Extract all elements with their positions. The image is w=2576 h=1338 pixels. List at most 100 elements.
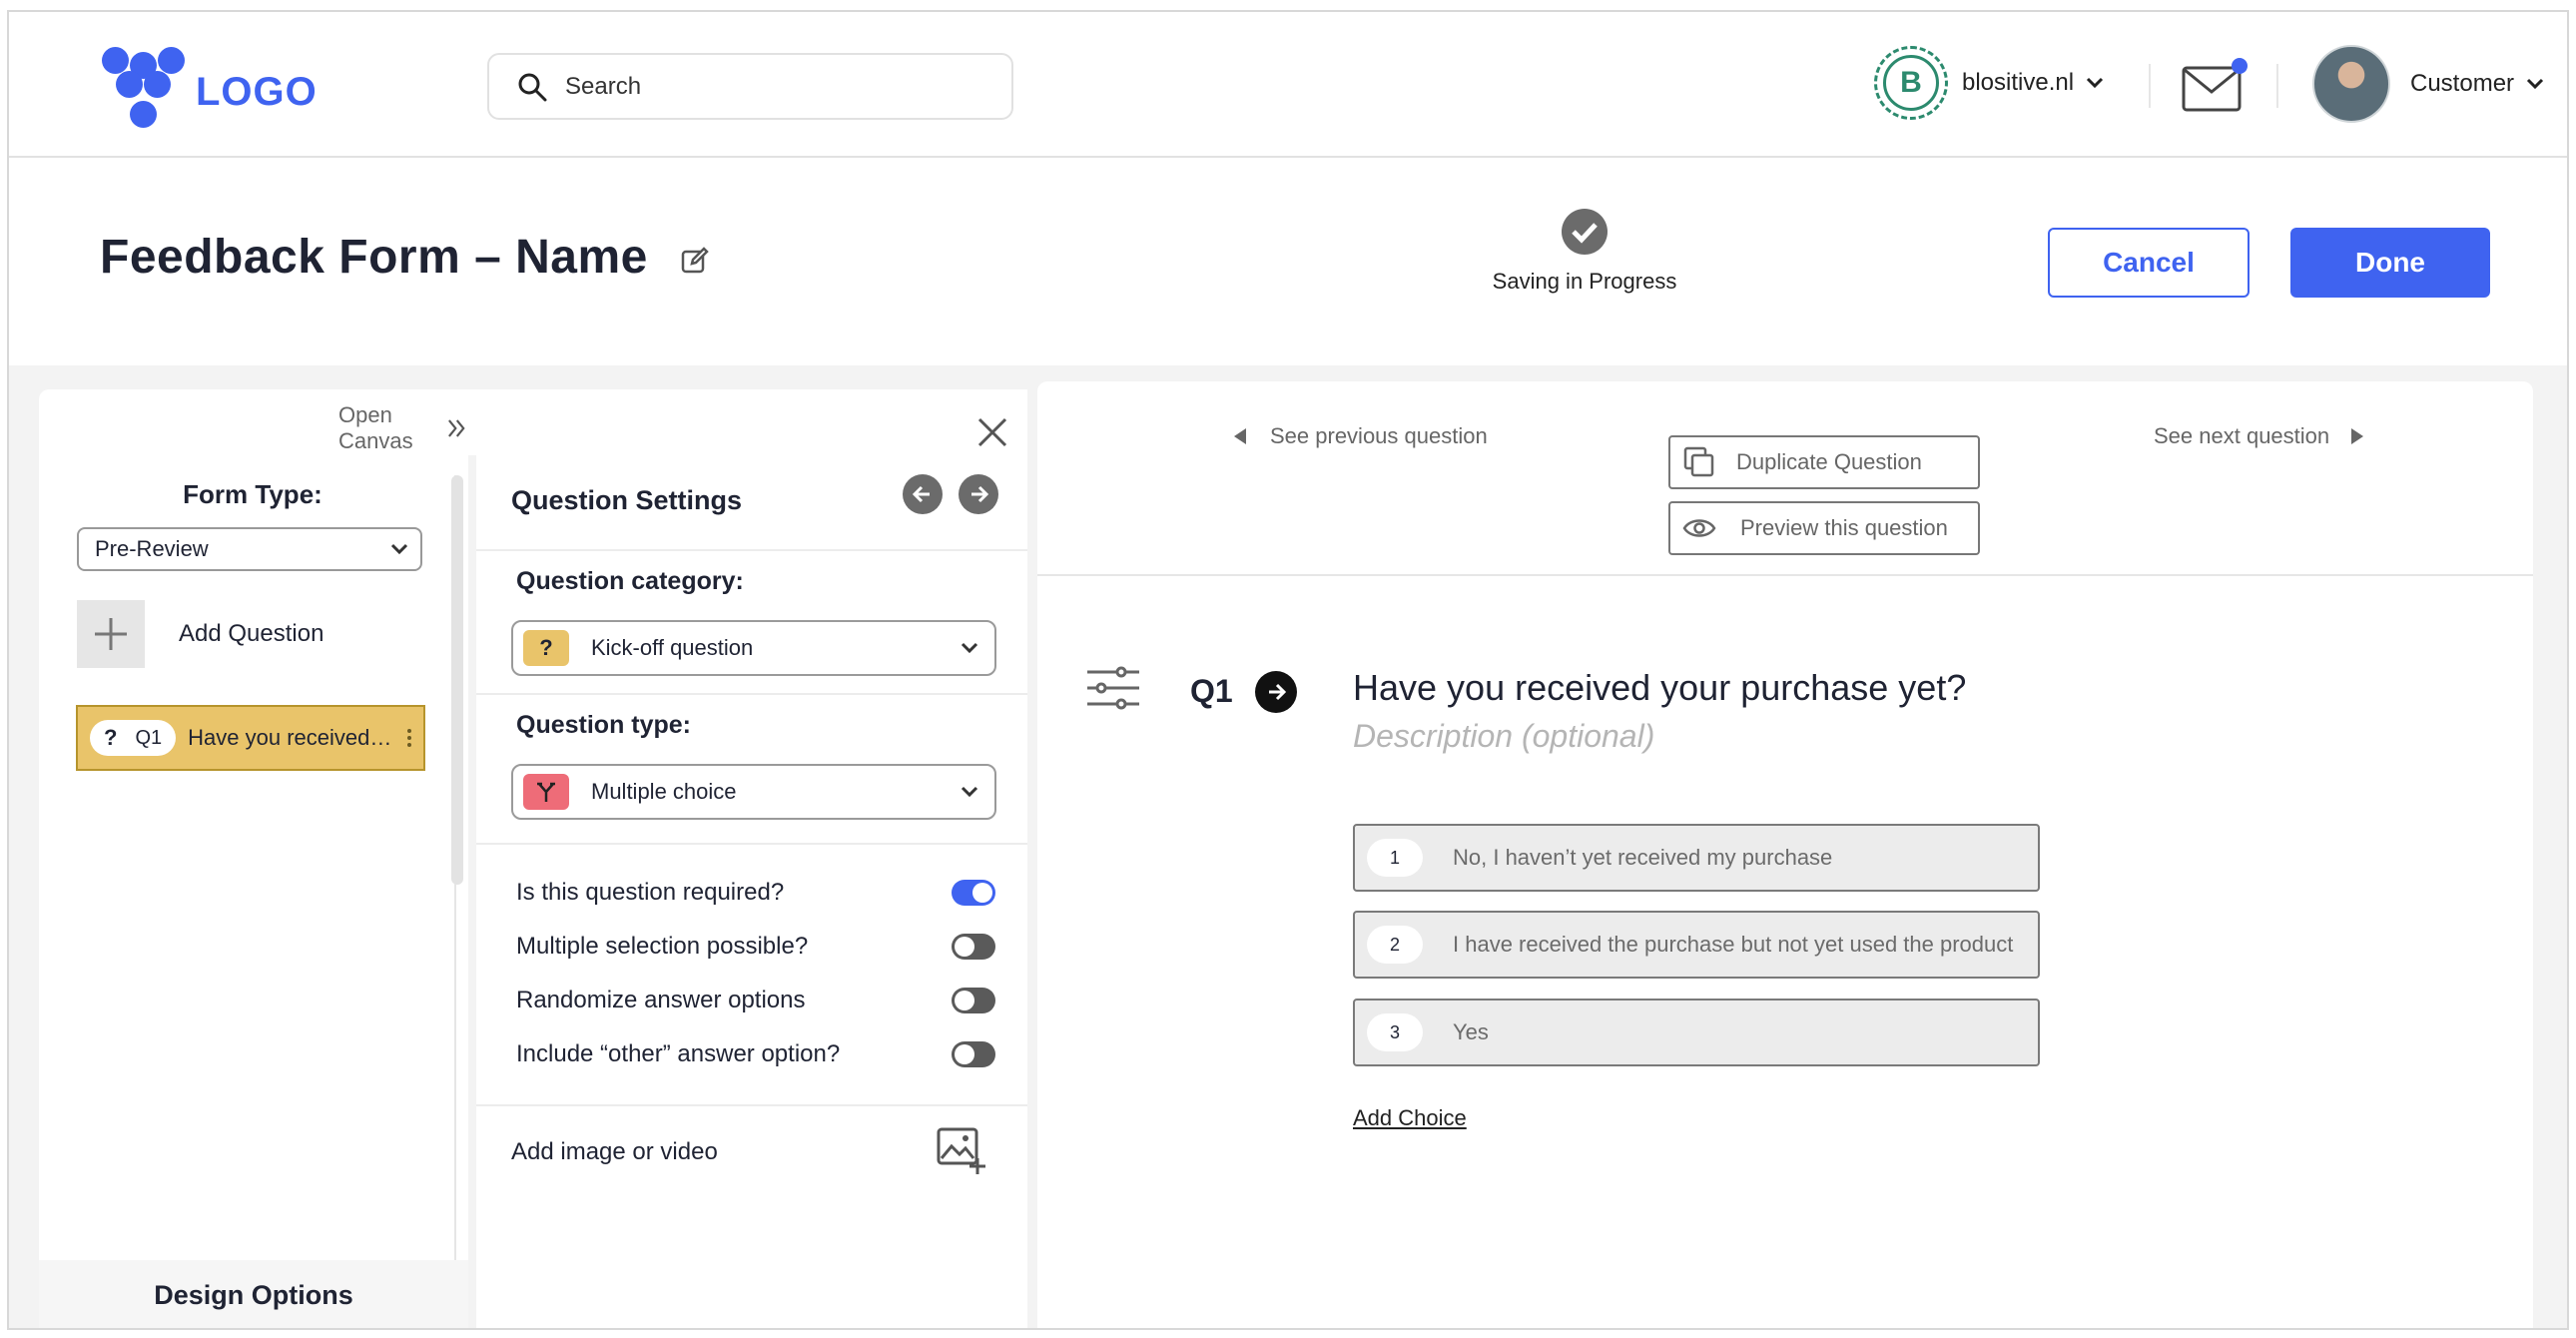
randomize-toggle[interactable]	[952, 988, 995, 1013]
arrow-left-icon	[912, 485, 930, 503]
question-number: Q1	[1190, 673, 1233, 709]
choice-text: Yes	[1453, 1019, 1489, 1044]
open-canvas-button[interactable]: Open Canvas	[338, 402, 468, 454]
question-number: Q1	[135, 726, 163, 749]
add-media-label: Add image or video	[511, 1138, 718, 1165]
cancel-button[interactable]: Cancel	[2048, 228, 2250, 298]
page-title: Feedback Form – Name	[100, 231, 648, 284]
divider	[2276, 64, 2278, 108]
open-canvas-label: Open Canvas	[338, 402, 413, 453]
toggle-row-other: Include “other” answer option?	[516, 1040, 995, 1068]
toggle-row-multiple: Multiple selection possible?	[516, 933, 995, 961]
add-image-icon	[937, 1127, 985, 1174]
mail-button[interactable]	[2181, 56, 2251, 118]
avatar	[2312, 45, 2390, 123]
double-chevron-right-icon	[448, 419, 466, 437]
divider	[2149, 64, 2151, 108]
question-list-panel: Open Canvas Form Type: Pre-Review Add Qu…	[39, 389, 468, 1328]
chevron-down-icon	[2087, 77, 2104, 89]
mail-icon	[2182, 58, 2248, 112]
question-editor: See previous question Duplicate Question…	[1037, 381, 2533, 1328]
go-to-question-button[interactable]	[1255, 671, 1297, 713]
question-badge: ? Q1	[90, 720, 177, 756]
save-status-text: Saving in Progress	[1492, 269, 1677, 294]
chevron-down-icon	[390, 543, 408, 555]
choice-number: 1	[1367, 839, 1423, 877]
search-input[interactable]: Search	[487, 53, 1013, 120]
brand-switcher[interactable]: B blositive.nl	[1874, 46, 2104, 120]
search-icon	[518, 73, 547, 101]
top-bar: LOGO Search B blositive.nl Customer	[9, 12, 2567, 158]
chevron-down-icon	[961, 786, 978, 798]
next-question-label: See next question	[2154, 423, 2330, 448]
previous-question-button[interactable]	[903, 474, 943, 514]
brand-avatar: B	[1874, 46, 1948, 120]
brand-name: blositive.nl	[1962, 69, 2075, 96]
previous-question-link[interactable]: See previous question	[1232, 423, 1488, 449]
question-options-button[interactable]	[1085, 666, 1141, 715]
toggle-row-randomize: Randomize answer options	[516, 987, 995, 1014]
form-type-select[interactable]: Pre-Review	[77, 527, 422, 571]
next-question-link[interactable]: See next question	[2154, 423, 2365, 449]
user-menu[interactable]: Customer	[2312, 45, 2544, 123]
description-input[interactable]: Description (optional)	[1353, 718, 1654, 755]
divider	[1037, 574, 2533, 576]
logo-text: LOGO	[196, 69, 318, 114]
logo-icon	[102, 47, 188, 131]
search-placeholder: Search	[565, 72, 642, 100]
sliders-icon	[1087, 666, 1139, 710]
previous-question-label: See previous question	[1270, 423, 1488, 448]
check-circle-icon	[1562, 209, 1608, 255]
question-title[interactable]: Have you received your purchase yet?	[1353, 667, 1966, 709]
divider	[476, 1104, 1027, 1106]
preview-question-button[interactable]: Preview this question	[1668, 501, 1980, 555]
edit-title-button[interactable]	[680, 246, 710, 281]
caret-right-icon	[2351, 428, 2364, 444]
question-item-text: Have you received your purchase yet?	[188, 725, 398, 750]
add-choice-link[interactable]: Add Choice	[1353, 1105, 1467, 1131]
required-toggle[interactable]	[952, 880, 995, 906]
category-value: Kick-off question	[591, 635, 754, 660]
next-question-button[interactable]	[959, 474, 998, 514]
toggle-label: Multiple selection possible?	[516, 933, 809, 960]
choice-text: No, I haven’t yet received my purchase	[1453, 845, 1833, 870]
answer-choice[interactable]: 1 No, I haven’t yet received my purchase	[1353, 824, 2040, 892]
question-list-item[interactable]: ? Q1 Have you received your purchase yet…	[76, 705, 425, 771]
answer-choice[interactable]: 3 Yes	[1353, 999, 2040, 1066]
scrollbar-thumb[interactable]	[451, 475, 463, 885]
divider	[476, 549, 1027, 551]
preview-question-label: Preview this question	[1740, 515, 1948, 540]
arrow-right-icon	[1269, 683, 1287, 701]
close-icon	[977, 417, 1007, 447]
category-select[interactable]: ? Kick-off question	[511, 620, 996, 676]
pencil-icon	[681, 247, 709, 274]
form-type-value: Pre-Review	[95, 536, 209, 561]
done-button[interactable]: Done	[2290, 228, 2490, 298]
logo[interactable]: LOGO	[102, 47, 318, 131]
choice-text: I have received the purchase but not yet…	[1453, 932, 2014, 957]
app-window: LOGO Search B blositive.nl Customer Feed…	[7, 10, 2569, 1330]
type-value: Multiple choice	[591, 779, 737, 804]
duplicate-question-button[interactable]: Duplicate Question	[1668, 435, 1980, 489]
type-select[interactable]: Multiple choice	[511, 764, 996, 820]
divider	[476, 843, 1027, 845]
duplicate-question-label: Duplicate Question	[1736, 449, 1922, 474]
duplicate-icon	[1683, 446, 1714, 477]
add-image-button[interactable]	[936, 1126, 987, 1181]
category-label: Question category:	[516, 567, 744, 595]
close-button[interactable]	[975, 415, 1009, 454]
multiple-selection-toggle[interactable]	[952, 934, 995, 960]
plus-icon	[77, 600, 145, 668]
kebab-menu-icon[interactable]	[407, 729, 412, 747]
eye-icon	[1682, 519, 1716, 537]
save-status: Saving in Progress	[1475, 208, 1694, 295]
question-mark-icon: ?	[523, 630, 569, 666]
answer-choice[interactable]: 2 I have received the purchase but not y…	[1353, 911, 2040, 979]
question-icon: ?	[104, 725, 118, 750]
add-question-button[interactable]: Add Question	[77, 600, 323, 668]
design-options-tab[interactable]: Design Options	[39, 1260, 468, 1328]
other-option-toggle[interactable]	[952, 1041, 995, 1067]
type-label: Question type:	[516, 711, 692, 739]
choice-number: 3	[1367, 1013, 1423, 1051]
toggle-row-required: Is this question required?	[516, 879, 995, 907]
